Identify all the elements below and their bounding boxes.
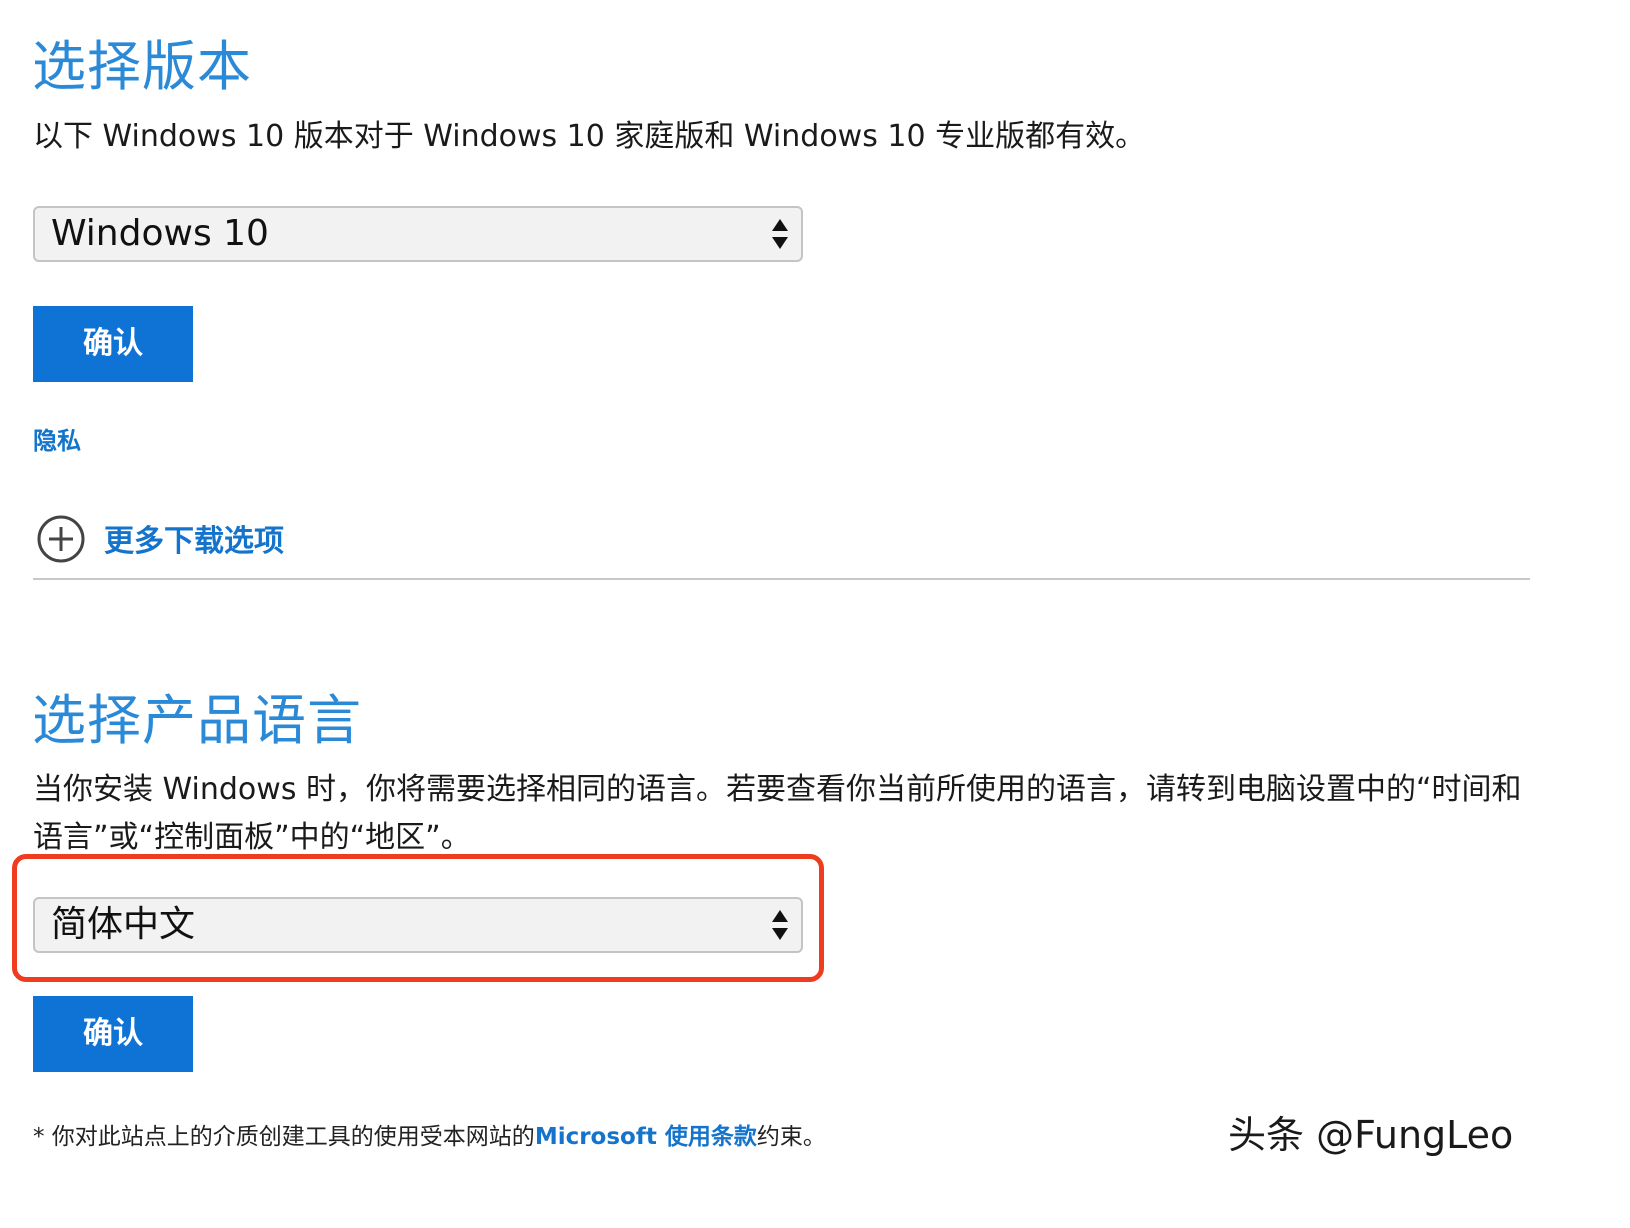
- footnote-suffix: 约束。: [756, 1124, 826, 1150]
- microsoft-terms-link[interactable]: Microsoft 使用条款: [535, 1124, 757, 1150]
- privacy-link[interactable]: 隐私: [33, 421, 81, 456]
- watermark: 头条 @FungLeo: [1228, 1113, 1514, 1157]
- up-down-arrows-icon: [772, 910, 788, 940]
- plus-circle-icon[interactable]: [36, 514, 86, 564]
- edition-description: 以下 Windows 10 版本对于 Windows 10 家庭版和 Windo…: [33, 119, 1146, 154]
- language-confirm-button[interactable]: 确认: [33, 996, 193, 1072]
- footnote-prefix: * 你对此站点上的介质创建工具的使用受本网站的: [33, 1124, 535, 1150]
- language-select-value: 简体中文: [51, 904, 196, 945]
- language-description: 当你安装 Windows 时，你将需要选择相同的语言。若要查看你当前所使用的语言…: [33, 772, 1522, 855]
- section-divider: [33, 578, 1530, 580]
- terms-footnote: * 你对此站点上的介质创建工具的使用受本网站的Microsoft 使用条款约束。: [33, 1117, 826, 1151]
- language-heading: 选择产品语言: [32, 689, 362, 752]
- edition-confirm-button[interactable]: 确认: [33, 306, 193, 382]
- edition-heading: 选择版本: [32, 35, 252, 98]
- edition-select[interactable]: Windows 10: [33, 206, 803, 262]
- more-download-options-link[interactable]: 更多下载选项: [104, 516, 284, 560]
- edition-select-value: Windows 10: [51, 213, 269, 254]
- up-down-arrows-icon: [772, 219, 788, 249]
- language-select[interactable]: 简体中文: [33, 897, 803, 953]
